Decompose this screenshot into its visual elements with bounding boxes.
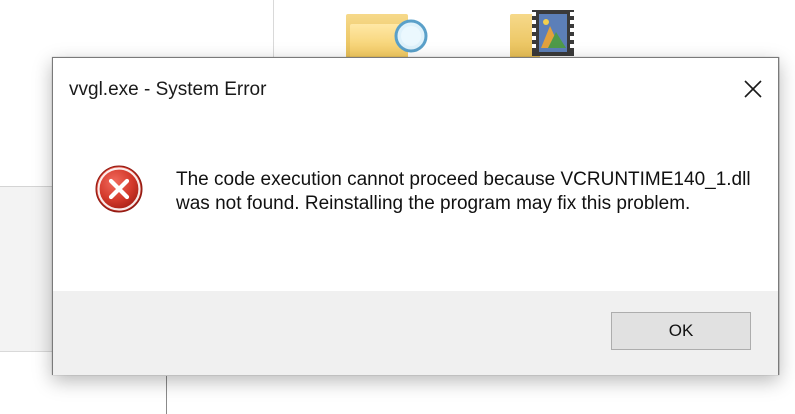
- dialog-content: The code execution cannot proceed becaus…: [53, 118, 778, 291]
- dialog-titlebar[interactable]: vvgl.exe - System Error: [53, 58, 778, 118]
- search-folder-icon[interactable]: [346, 10, 436, 58]
- bg-side-panel: [0, 186, 52, 352]
- ok-button[interactable]: OK: [611, 312, 751, 350]
- bg-right-divider: [779, 57, 780, 375]
- bg-divider-vertical-bottom: [166, 376, 167, 414]
- error-message: The code execution cannot proceed becaus…: [176, 169, 751, 214]
- system-error-dialog: vvgl.exe - System Error The code executi…: [52, 57, 779, 375]
- desktop-background: vvgl.exe - System Error The code executi…: [0, 0, 795, 414]
- error-icon: [95, 165, 143, 213]
- bg-divider-vertical-top: [273, 0, 274, 57]
- bg-divider-horizontal: [0, 351, 52, 352]
- close-button[interactable]: [728, 62, 778, 116]
- dialog-title: vvgl.exe - System Error: [69, 79, 267, 100]
- video-folder-icon[interactable]: [510, 8, 590, 58]
- close-icon: [744, 80, 762, 98]
- dialog-footer: OK: [53, 291, 778, 375]
